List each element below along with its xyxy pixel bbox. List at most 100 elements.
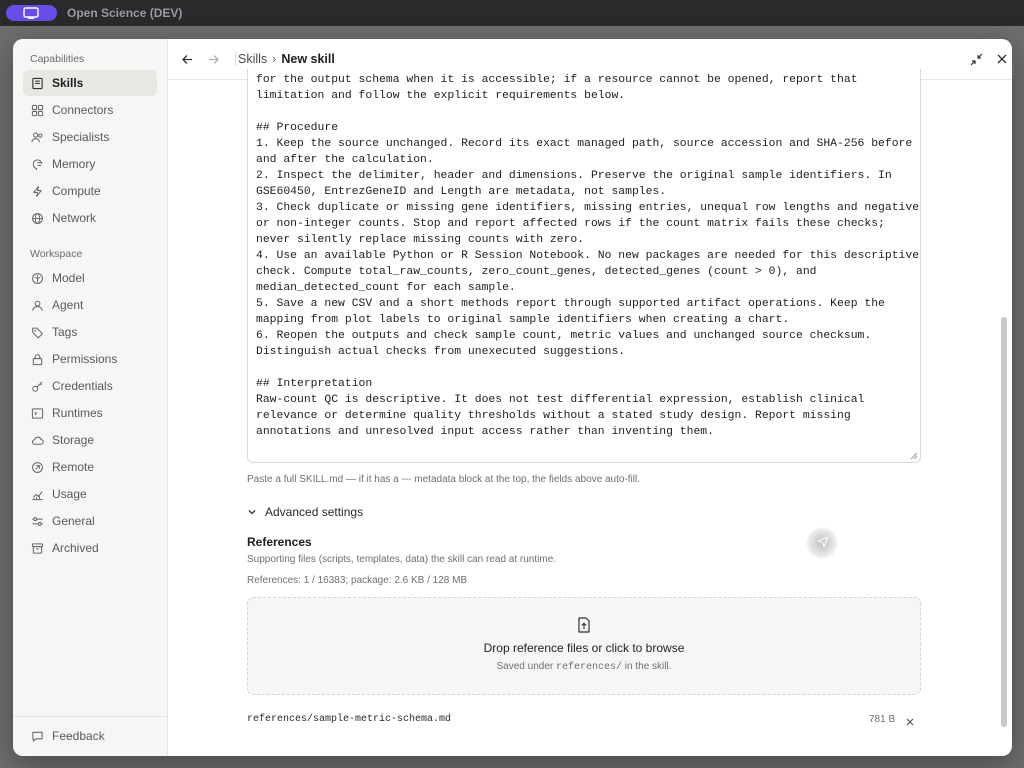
sidebar-item-label: Remote [52,460,95,474]
monitor-icon [23,7,39,19]
sidebar-item-label: Tags [52,325,78,339]
header-divider [235,52,236,66]
sidebar-item-label: Memory [52,157,96,171]
agent-icon [30,298,44,312]
sidebar-item-tags[interactable]: Tags [23,319,157,345]
chart-icon [30,487,44,501]
reference-file-size: 781 B [869,714,896,725]
terminal-icon [30,406,44,420]
app-titlebar: Open Science (DEV) [0,0,1024,26]
breadcrumb-skills[interactable]: Skills [238,52,267,66]
advanced-settings-label: Advanced settings [265,505,364,519]
dropzone-subtitle-suffix: in the skill. [624,661,672,672]
sidebar-item-skills[interactable]: Skills [23,70,157,96]
sidebar-item-label: Connectors [52,103,114,117]
dropzone-subtitle: Saved under references/ in the skill. [248,661,920,673]
sidebar-item-specialists[interactable]: Specialists [23,124,157,150]
resize-handle-icon[interactable] [910,452,918,460]
sidebar-item-label: Credentials [52,379,113,393]
close-icon [997,54,1007,64]
arrow-left-icon [181,54,192,64]
sidebar-item-label: Permissions [52,352,118,366]
sidebar-item-permissions[interactable]: Permissions [23,346,157,372]
app-title: Open Science (DEV) [67,6,183,20]
sidebar-item-label: Storage [52,433,95,447]
sidebar-divider [13,716,167,717]
breadcrumb-separator: › [272,52,277,66]
pointer-icon [817,536,829,548]
references-count: References: 1 / 16383; package: 2.6 KB /… [247,575,468,586]
model-icon [30,271,44,285]
app-switcher-button[interactable] [6,5,57,21]
breadcrumb: Skills › New skill [238,52,335,66]
cursor-indicator [806,527,838,559]
feedback-button[interactable]: Feedback [23,723,157,749]
references-folder-name: references/ [556,662,623,673]
bolt-icon [30,184,44,198]
sidebar-item-label: Compute [52,184,101,198]
skill-markdown-editor[interactable]: for the output schema when it is accessi… [247,69,921,463]
message-icon [30,729,44,743]
sidebar-item-runtimes[interactable]: Runtimes [23,400,157,426]
brain-icon [30,157,44,171]
workspace-section-title: Workspace [30,248,83,260]
sidebar-item-label: Usage [52,487,87,501]
chevron-down-icon [248,510,256,515]
sliders-icon [30,514,44,528]
grid-icon [30,103,44,117]
reference-file-name: references/sample-metric-schema.md [247,714,452,725]
sidebar-item-label: Runtimes [52,406,103,420]
sidebar-item-label: Archived [52,541,99,555]
close-button[interactable] [994,51,1010,67]
settings-modal: Capabilities Skills Connectors Specialis… [13,39,1012,756]
sidebar-item-archived[interactable]: Archived [23,535,157,561]
cloud-icon [30,433,44,447]
feedback-label: Feedback [52,729,105,743]
reference-dropzone[interactable]: Drop reference files or click to browse … [247,597,921,695]
sidebar-item-label: General [52,514,95,528]
editor-hint: Paste a full SKILL.md — if it has a --- … [247,474,640,485]
references-subtitle: Supporting files (scripts, templates, da… [247,554,557,565]
sidebar-item-agent[interactable]: Agent [23,292,157,318]
content-scrollbar-thumb[interactable] [1001,317,1007,727]
sidebar-item-storage[interactable]: Storage [23,427,157,453]
close-icon [906,718,914,726]
advanced-settings-toggle[interactable]: Advanced settings [247,505,363,519]
sidebar-item-label: Skills [52,76,84,90]
sidebar-item-label: Model [52,271,85,285]
key-icon [30,379,44,393]
sidebar-item-credentials[interactable]: Credentials [23,373,157,399]
sidebar-item-compute[interactable]: Compute [23,178,157,204]
sidebar-item-label: Network [52,211,97,225]
references-title: References [247,535,312,549]
book-icon [30,76,44,90]
file-upload-icon [578,617,590,633]
arrow-right-icon [208,54,219,64]
dropzone-title: Drop reference files or click to browse [483,641,685,655]
archive-icon [30,541,44,555]
page-title: New skill [281,52,335,66]
sidebar-item-label: Agent [52,298,84,312]
sidebar-item-remote[interactable]: Remote [23,454,157,480]
sidebar-item-label: Specialists [52,130,110,144]
back-button[interactable] [179,51,195,67]
globe-icon [30,211,44,225]
sidebar-item-memory[interactable]: Memory [23,151,157,177]
dropzone-subtitle-prefix: Saved under [496,661,554,672]
collapse-button[interactable] [968,51,984,67]
sidebar-item-connectors[interactable]: Connectors [23,97,157,123]
collapse-icon [970,53,982,65]
tag-icon [30,325,44,339]
forward-button[interactable] [205,51,221,67]
sidebar-item-usage[interactable]: Usage [23,481,157,507]
sidebar: Capabilities Skills Connectors Specialis… [13,39,168,756]
lock-icon [30,352,44,366]
users-icon [30,130,44,144]
sidebar-item-general[interactable]: General [23,508,157,534]
sidebar-item-model[interactable]: Model [23,265,157,291]
sidebar-item-network[interactable]: Network [23,205,157,231]
skill-markdown-text[interactable]: for the output schema when it is accessi… [256,72,919,440]
remote-icon [30,460,44,474]
capabilities-section-title: Capabilities [30,53,85,65]
remove-reference-button[interactable] [905,714,917,726]
